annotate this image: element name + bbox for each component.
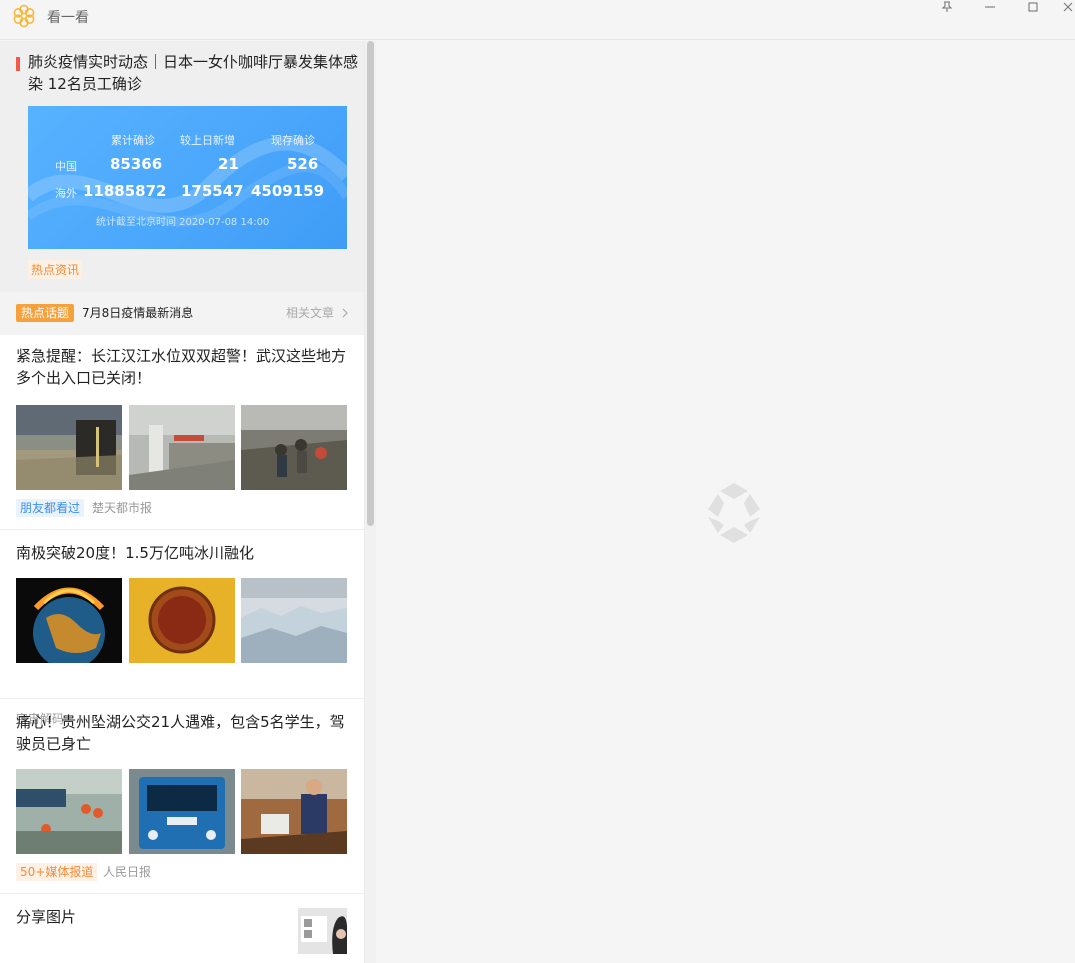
- article-thumbnail[interactable]: [129, 769, 235, 854]
- title-bar: 看一看: [0, 0, 1075, 40]
- article-thumbnail[interactable]: [298, 908, 347, 954]
- stat-china-current: 526: [287, 155, 319, 173]
- stat-update-note: 统计截至北京时间 2020-07-08 14:00: [96, 217, 270, 228]
- minimize-button[interactable]: [978, 0, 1002, 14]
- hot-topic-row[interactable]: 热点话题 7月8日疫情最新消息 相关文章: [0, 292, 364, 335]
- hot-news-tag: 热点资讯: [28, 260, 83, 279]
- hero-article[interactable]: 肺炎疫情实时动态｜日本一女仆咖啡厅暴发集体感染 12名员工确诊 累计确诊 较上日…: [0, 41, 364, 292]
- article-thumbnail[interactable]: [241, 578, 347, 663]
- hero-title[interactable]: 肺炎疫情实时动态｜日本一女仆咖啡厅暴发集体感染 12名员工确诊: [28, 51, 358, 95]
- related-articles-link[interactable]: 相关文章: [286, 304, 334, 322]
- minimize-icon: [985, 6, 995, 8]
- stat-overseas-total: 11885872: [83, 182, 167, 200]
- close-icon: [1063, 2, 1073, 12]
- stat-row-label-overseas: 海外: [55, 187, 77, 200]
- stat-row-label-china: 中国: [55, 160, 77, 173]
- article-title[interactable]: 紧急提醒：长江汉江水位双双超警！武汉这些地方多个出入口已关闭！: [16, 345, 350, 389]
- article-title[interactable]: 南极突破20度！1.5万亿吨冰川融化: [16, 542, 350, 564]
- stat-overseas-new: 175547: [181, 182, 244, 200]
- close-button[interactable]: [1062, 0, 1075, 14]
- article-card[interactable]: 痛心！贵州坠湖公交21人遇难，包含5名学生，驾驶员已身亡 50+媒体报道 人民日…: [0, 699, 364, 894]
- news-feed: 肺炎疫情实时动态｜日本一女仆咖啡厅暴发集体感染 12名员工确诊 累计确诊 较上日…: [0, 41, 364, 963]
- article-thumbnail[interactable]: [129, 578, 235, 663]
- accent-bar: [16, 57, 20, 71]
- feed-scrollbar[interactable]: [364, 41, 376, 963]
- pin-icon: [941, 1, 953, 12]
- stat-header-new: 较上日新增: [180, 134, 235, 147]
- article-thumbnail[interactable]: [241, 769, 347, 854]
- media-reports-badge: 50+媒体报道: [16, 863, 98, 881]
- chevron-right-icon: [342, 308, 348, 318]
- article-thumbnail[interactable]: [16, 578, 122, 663]
- article-thumbnail[interactable]: [241, 405, 347, 490]
- article-thumbnail[interactable]: [129, 405, 235, 490]
- stat-china-new: 21: [218, 155, 239, 173]
- article-thumbnail[interactable]: [16, 769, 122, 854]
- article-title[interactable]: 痛心！贵州坠湖公交21人遇难，包含5名学生，驾驶员已身亡: [16, 711, 350, 755]
- article-source: 楚天都市报: [92, 501, 153, 515]
- maximize-icon: [1028, 2, 1038, 12]
- article-thumbnail[interactable]: [16, 405, 122, 490]
- article-card[interactable]: 紧急提醒：长江汉江水位双双超警！武汉这些地方多个出入口已关闭！ 朋友都看过 楚天…: [0, 335, 364, 530]
- article-card[interactable]: 南极突破20度！1.5万亿吨冰川融化 宇宙解码: [0, 530, 364, 726]
- app-title: 看一看: [47, 10, 89, 26]
- pin-button[interactable]: [935, 0, 959, 14]
- loading-spinner-icon: [708, 483, 760, 543]
- article-source: 人民日报: [103, 865, 152, 879]
- hexagon-flower-logo-icon: [13, 4, 35, 28]
- maximize-button[interactable]: [1021, 0, 1045, 14]
- scrollbar-thumb[interactable]: [367, 41, 374, 526]
- friends-viewed-badge: 朋友都看过: [16, 499, 85, 517]
- stat-overseas-current: 4509159: [251, 182, 325, 200]
- stat-china-total: 85366: [110, 155, 163, 173]
- stat-header-current: 现存确诊: [271, 134, 315, 147]
- hot-topic-badge: 热点话题: [16, 304, 75, 322]
- stat-header-total: 累计确诊: [111, 134, 155, 147]
- covid-stats-card[interactable]: 累计确诊 较上日新增 现存确诊 中国 85366 21 526 海外 11885…: [28, 106, 347, 249]
- article-card[interactable]: 分享图片: [0, 894, 364, 963]
- hot-topic-text[interactable]: 7月8日疫情最新消息: [82, 304, 193, 322]
